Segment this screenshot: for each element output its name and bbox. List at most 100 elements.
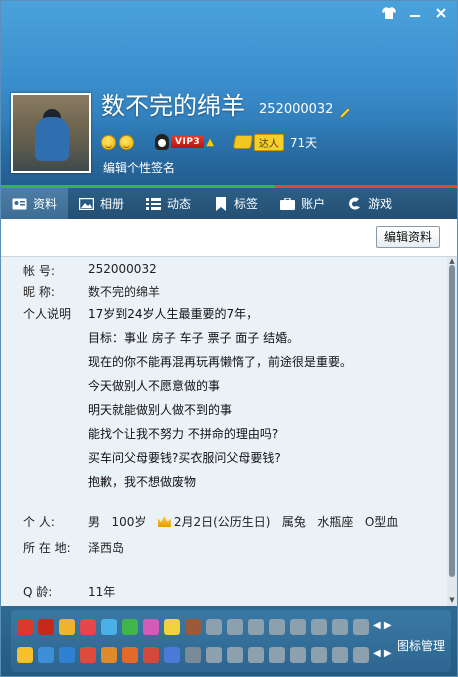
gray-service-icon[interactable] [206, 647, 222, 663]
vip-badge[interactable]: VIP3 ▲ [155, 134, 214, 150]
account-value: 252000032 [88, 262, 157, 276]
qage-value: 11年 [88, 585, 116, 599]
gray-service-icon[interactable] [227, 619, 243, 635]
wallet-icon [280, 197, 296, 211]
avatar[interactable] [11, 93, 91, 173]
vip-level: VIP3 [171, 136, 205, 148]
tab-label: 相册 [100, 197, 125, 211]
tab-profile[interactable]: 资料 [1, 188, 69, 219]
birthday: 2月2日(公历生日) [173, 515, 271, 529]
nick-value: 数不完的绵羊 [88, 285, 161, 299]
edit-profile-button[interactable]: 编辑资料 [375, 226, 440, 248]
qage-label: Q 龄: [23, 585, 53, 599]
icon-bar-area: ◀ ▶ ◀ ▶ 图标管理 [1, 606, 457, 676]
profile-header: 数不完的绵羊 252000032 VIP3 ▲ 达人 71天 编辑个性签名 [1, 1, 457, 185]
qq-game-icon[interactable] [122, 647, 138, 663]
profile-info-panel: 帐 号: 252000032 昵 称: 数不完的绵羊 个人说明 17岁到24岁人… [1, 257, 447, 606]
qq-vip-icon[interactable] [38, 619, 54, 635]
qq-music-icon[interactable] [80, 647, 96, 663]
game-hall-icon[interactable] [185, 619, 201, 635]
description-line: 目标：事业 房子 车子 票子 面子 结婚。 [88, 331, 300, 345]
tab-tags[interactable]: 标签 [202, 188, 269, 219]
scrollbar[interactable]: ▲ ▼ [447, 257, 457, 606]
diamond-pink-icon[interactable] [143, 619, 159, 635]
game-icon [347, 197, 362, 211]
gray-service-icon[interactable] [269, 647, 285, 663]
edit-pencil-icon[interactable] [339, 107, 351, 119]
qq-show-icon[interactable] [17, 619, 33, 635]
smiley-icon[interactable] [119, 134, 134, 150]
tab-games[interactable]: 游戏 [336, 188, 403, 219]
description-line: 买车问父母要钱?买衣服问父母要钱? [88, 451, 281, 465]
daren-icon [232, 135, 254, 149]
location-value: 泽西岛 [88, 541, 125, 555]
service-icon-bar: ◀ ▶ ◀ ▶ 图标管理 [11, 610, 451, 672]
gray-service-icon[interactable] [353, 647, 369, 663]
profile-window: 数不完的绵羊 252000032 VIP3 ▲ 达人 71天 编辑个性签名 资料 [0, 0, 458, 677]
app-icon[interactable] [185, 647, 201, 663]
gray-service-icon[interactable] [311, 619, 327, 635]
gray-service-icon[interactable] [248, 647, 264, 663]
daren-label: 达人 [253, 133, 284, 151]
description-line: 今天做别人不愿意做的事 [88, 379, 221, 393]
crown-icon [157, 516, 171, 527]
description-line: 能找个让我不努力 不拼命的理由吗? [88, 427, 279, 441]
diamond-yellow-icon[interactable] [59, 619, 75, 635]
gray-service-icon[interactable] [227, 647, 243, 663]
daren-badge[interactable]: 达人 [232, 133, 284, 151]
gray-service-icon[interactable] [290, 647, 306, 663]
tab-label: 资料 [33, 197, 58, 211]
tab-album[interactable]: 相册 [68, 188, 135, 219]
qq-mail-icon[interactable] [59, 647, 75, 663]
description-line: 明天就能做别人做不到的事 [88, 403, 233, 417]
service-icons-row [17, 619, 369, 635]
skin-shirt-icon[interactable] [381, 7, 397, 23]
tab-feed[interactable]: 动态 [135, 188, 202, 219]
id-card-icon [12, 197, 27, 211]
gray-service-icon[interactable] [290, 619, 306, 635]
zodiac: 属兔 [281, 515, 306, 529]
window-controls [381, 7, 449, 23]
tab-label: 动态 [167, 197, 192, 211]
smiley-icon[interactable] [101, 134, 116, 150]
star-icon[interactable] [17, 647, 33, 663]
description-line: 17岁到24岁人生最重要的7年， [88, 307, 259, 321]
gray-service-icon[interactable] [311, 647, 327, 663]
tab-label: 账户 [301, 197, 326, 211]
constellation: 水瓶座 [317, 515, 354, 529]
qq-number: 252000032 [259, 102, 334, 117]
close-icon[interactable] [433, 7, 449, 23]
qq-pet-icon[interactable] [101, 647, 117, 663]
personal-details: 男 100岁 2月2日(公历生日) 属兔 水瓶座 O型血 [88, 513, 398, 530]
blood-type: O型血 [364, 515, 399, 529]
scroll-up-icon[interactable]: ▲ [448, 258, 456, 265]
gray-service-icon[interactable] [332, 619, 348, 635]
minimize-icon[interactable] [407, 7, 423, 23]
scroll-thumb[interactable] [449, 265, 455, 577]
qq-zone-icon[interactable] [38, 647, 54, 663]
icon-manage-button[interactable]: 图标管理 [397, 637, 445, 654]
gray-service-icon[interactable] [332, 647, 348, 663]
nick-label: 昵 称: [23, 285, 55, 299]
diamond-gold-icon[interactable] [164, 619, 180, 635]
tab-account[interactable]: 账户 [269, 188, 336, 219]
diamond-green-icon[interactable] [122, 619, 138, 635]
icon-page-arrows[interactable]: ◀ ▶ [373, 648, 392, 659]
gray-service-icon[interactable] [206, 619, 222, 635]
bookmark-icon [213, 196, 228, 211]
diamond-blue-icon[interactable] [101, 619, 117, 635]
icon-page-arrows[interactable]: ◀ ▶ [373, 620, 392, 631]
tab-label: 标签 [234, 197, 259, 211]
gray-service-icon[interactable] [269, 619, 285, 635]
photo-icon [79, 197, 95, 211]
diamond-red-icon[interactable] [80, 619, 96, 635]
gray-service-icon[interactable] [353, 619, 369, 635]
description-line: 抱歉，我不想做废物 [88, 475, 197, 489]
scroll-down-icon[interactable]: ▼ [448, 597, 456, 604]
computer-icon[interactable] [164, 647, 180, 663]
gender: 男 [88, 515, 101, 529]
edit-signature-link[interactable]: 编辑个性签名 [103, 159, 175, 176]
account-label: 帐 号: [23, 264, 55, 278]
gray-service-icon[interactable] [248, 619, 264, 635]
qq-show-icon[interactable] [143, 647, 159, 663]
